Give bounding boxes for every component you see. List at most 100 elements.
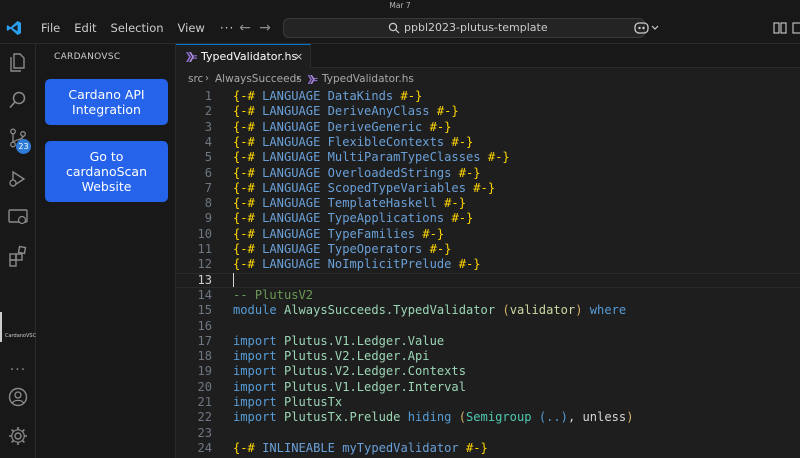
breadcrumb-src[interactable]: src: [188, 69, 203, 89]
tab-typedvalidator[interactable]: TypedValidator.hs ×: [176, 44, 311, 68]
menu-view[interactable]: View: [171, 12, 212, 44]
command-center-search[interactable]: ppbl2023-plutus-template: [283, 18, 645, 38]
code-line[interactable]: 24 {-# INLINEABLE myTypedValidator #-}: [176, 441, 800, 456]
code-token: import: [233, 333, 277, 348]
settings-gear-icon[interactable]: [7, 425, 29, 447]
code-text: -- PlutusV2: [233, 288, 313, 303]
code-line[interactable]: 6 {-# LANGUAGE OverloadedStrings #-}: [176, 166, 800, 181]
button-label-line: Cardano API: [68, 87, 145, 102]
sidebar-cardanovsc: CARDANOVSC Cardano API Integration Go to…: [36, 44, 176, 458]
code-line[interactable]: 16: [176, 319, 800, 334]
code-token: Plutus.V1.Ledger.Value: [276, 333, 445, 348]
code-text: import Plutus.V1.Ledger.Value: [233, 334, 444, 349]
code-token: ): [575, 303, 583, 318]
code-line[interactable]: 13: [176, 273, 800, 288]
code-token: #-}: [444, 196, 466, 211]
close-icon[interactable]: ×: [294, 45, 303, 68]
code-text: module AlwaysSucceeds.TypedValidator (va…: [233, 303, 626, 318]
vscode-logo-icon[interactable]: [6, 20, 22, 36]
activity-bar: 23 CardanoVSC ···: [0, 44, 36, 458]
back-arrow-icon[interactable]: ←: [236, 19, 254, 37]
code-line[interactable]: 15 module AlwaysSucceeds.TypedValidator (…: [176, 303, 800, 318]
code-line[interactable]: 20 import Plutus.V1.Ledger.Interval: [176, 380, 800, 395]
code-text: {-# LANGUAGE DataKinds #-}: [233, 89, 422, 104]
code-token: #-}: [473, 180, 496, 195]
code-token: #-}: [400, 89, 423, 103]
code-line[interactable]: 9 {-# LANGUAGE TypeApplications #-}: [176, 211, 800, 226]
cardano-api-integration-button[interactable]: Cardano API Integration: [45, 79, 168, 125]
code-line[interactable]: 11 {-# LANGUAGE TypeOperators #-}: [176, 242, 800, 257]
title-bar: File Edit Selection View ··· ← → ppbl202…: [0, 12, 800, 44]
cardanovsc-extension-icon[interactable]: CardanoVSC: [5, 333, 36, 339]
line-number: 13: [197, 272, 212, 287]
code-line[interactable]: 10 {-# LANGUAGE TypeFamilies #-}: [176, 227, 800, 242]
code-line[interactable]: 2 {-# LANGUAGE DeriveAnyClass #-}: [176, 104, 800, 119]
search-icon[interactable]: [7, 89, 29, 111]
code-token: {-#: [233, 196, 255, 211]
menu-edit[interactable]: Edit: [67, 12, 103, 44]
code-line[interactable]: 4 {-# LANGUAGE FlexibleContexts #-}: [176, 135, 800, 150]
code-line[interactable]: 19 import Plutus.V2.Ledger.Contexts: [176, 364, 800, 379]
os-top-bar: Mar 7: [0, 0, 800, 12]
run-debug-icon[interactable]: [7, 168, 29, 190]
line-number: 15: [197, 303, 212, 318]
breadcrumb-typedvalidator[interactable]: TypedValidator.hs: [322, 69, 414, 89]
editor-tab-bar: TypedValidator.hs ×: [176, 44, 800, 68]
code-token: {-#: [233, 242, 255, 256]
code-line[interactable]: 1 {-# LANGUAGE DataKinds #-}: [176, 89, 800, 104]
code-line[interactable]: 5 {-# LANGUAGE MultiParamTypeClasses #-}: [176, 150, 800, 165]
remote-explorer-icon[interactable]: [7, 206, 29, 228]
copilot-icon[interactable]: [634, 20, 660, 36]
code-line[interactable]: 3 {-# LANGUAGE DeriveGeneric #-}: [176, 120, 800, 135]
account-icon[interactable]: [7, 386, 29, 408]
line-number: 4: [204, 134, 212, 149]
code-token: {-#: [233, 440, 255, 455]
code-token: LANGUAGE DeriveAnyClass: [254, 104, 437, 119]
code-line[interactable]: 7 {-# LANGUAGE ScopedTypeVariables #-}: [176, 181, 800, 196]
line-number: 17: [197, 333, 212, 348]
code-text: {-# INLINEABLE myTypedValidator #-}: [233, 441, 488, 456]
code-token: {-#: [233, 134, 255, 149]
line-number: 14: [197, 287, 212, 302]
code-line[interactable]: 18 import Plutus.V2.Ledger.Api: [176, 349, 800, 364]
go-to-cardanoscan-button[interactable]: Go to cardanoScan Website: [45, 141, 168, 202]
breadcrumb: src › AlwaysSucceeds › TypedValidator.hs: [176, 69, 800, 89]
code-text: {-# LANGUAGE OverloadedStrings #-}: [233, 166, 481, 181]
chevron-right-icon: ›: [296, 73, 300, 84]
code-token: #-}: [458, 257, 481, 272]
code-line[interactable]: 23: [176, 426, 800, 441]
code-text: import Plutus.V1.Ledger.Interval: [233, 380, 466, 395]
forward-arrow-icon[interactable]: →: [256, 19, 274, 37]
code-line[interactable]: 21 import PlutusTx: [176, 395, 800, 410]
code-token: -- PlutusV2: [233, 287, 314, 302]
tab-label: TypedValidator.hs: [201, 50, 298, 63]
toggle-panel-layout-icon[interactable]: [773, 21, 787, 35]
code-line[interactable]: 14 -- PlutusV2: [176, 288, 800, 303]
haskell-file-icon: [307, 75, 318, 84]
code-token: validator: [509, 303, 576, 318]
code-token: LANGUAGE TypeOperators: [254, 242, 430, 256]
code-token: {-#: [233, 89, 255, 103]
more-views-icon[interactable]: ···: [0, 362, 36, 378]
code-token: LANGUAGE OverloadedStrings: [254, 165, 459, 180]
code-token: where: [582, 303, 627, 318]
code-token: #-}: [466, 440, 488, 455]
code-token: module: [233, 303, 277, 318]
toggle-sidebar-icon[interactable]: [792, 21, 800, 35]
menu-selection[interactable]: Selection: [104, 12, 171, 44]
haskell-file-icon: [186, 52, 197, 62]
code-line[interactable]: 17 import Plutus.V1.Ledger.Value: [176, 334, 800, 349]
code-token: (: [458, 410, 466, 425]
code-line[interactable]: 12 {-# LANGUAGE NoImplicitPrelude #-}: [176, 257, 800, 272]
menu-file[interactable]: File: [34, 12, 67, 44]
code-line[interactable]: 8 {-# LANGUAGE TemplateHaskell #-}: [176, 196, 800, 211]
extensions-icon[interactable]: [7, 245, 29, 267]
button-label-line: Website: [81, 179, 132, 194]
explorer-icon[interactable]: [7, 51, 29, 73]
code-editor[interactable]: 1 {-# LANGUAGE DataKinds #-} 2 {-# LANGUAGE…: [176, 89, 800, 458]
code-line[interactable]: 22 import PlutusTx.Prelude hiding (Semigr…: [176, 410, 800, 425]
line-number: 9: [204, 211, 212, 226]
breadcrumb-alwayssucceeds[interactable]: AlwaysSucceeds: [215, 69, 302, 89]
code-text: import PlutusTx: [233, 395, 342, 410]
